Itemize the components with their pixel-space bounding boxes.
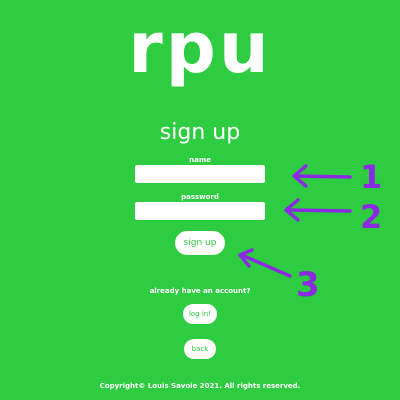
app-logo: rpu [128,7,272,89]
annotation-arrow-3-head [238,248,254,268]
annotation-arrow-1-head [292,164,308,188]
copyright-footer: Copyright© Louis Savoie 2021. All rights… [99,382,301,390]
password-label: password [181,193,219,201]
log-in-button[interactable]: log in! [183,304,217,324]
annotation-arrow-2 [286,208,352,213]
already-have-account-text: already have an account? [149,287,251,295]
name-label: name [189,156,211,164]
password-input[interactable] [135,202,265,220]
annotation-number-2: 2 [360,198,382,236]
annotation-arrow-2-head [284,198,300,222]
annotation-arrow-1 [294,174,352,179]
sign-up-button[interactable]: sign up [175,231,225,255]
annotation-number-3: 3 [296,265,320,305]
back-button[interactable]: back [184,339,216,359]
name-input[interactable] [135,165,265,183]
annotation-arrow-3 [242,254,292,278]
page-title: sign up [159,120,241,145]
